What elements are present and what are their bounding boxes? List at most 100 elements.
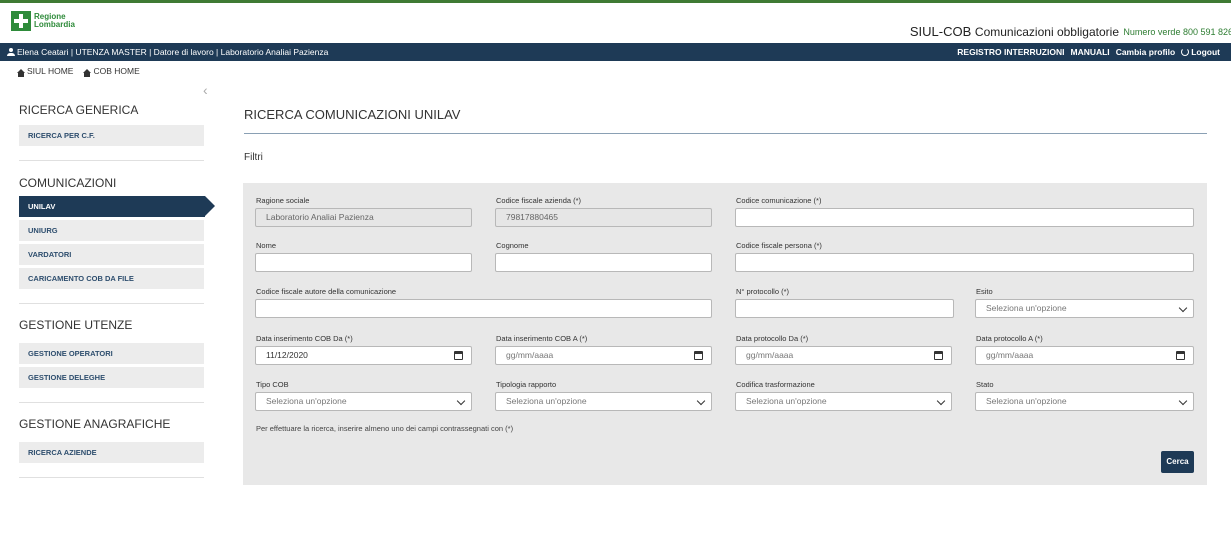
data-cob-da-value: 11/12/2020: [266, 350, 308, 360]
regione-logo-icon: [11, 11, 31, 31]
filters-label: Filtri: [244, 152, 263, 163]
sidebar-section-title: GESTIONE ANAGRAFICHE: [19, 417, 171, 431]
search-hint: Per effettuare la ricerca, inserire alme…: [256, 424, 514, 433]
user-info: Elena Ceatari | UTENZA MASTER | Datore d…: [7, 47, 328, 57]
tipo-cob-select[interactable]: Seleziona un'opzione: [255, 392, 472, 411]
esito-select[interactable]: Seleziona un'opzione: [975, 299, 1194, 318]
data-cob-da-label: Data inserimento COB Da (*): [256, 334, 353, 343]
tipo-cob-value: Seleziona un'opzione: [266, 396, 347, 406]
tipologia-rapporto-value: Seleziona un'opzione: [506, 396, 587, 406]
cf-azienda-field: 79817880465: [495, 208, 712, 227]
cf-azienda-label: Codice fiscale azienda (*): [496, 196, 582, 205]
regione-lombardia-logo[interactable]: Regione Lombardia: [11, 11, 75, 31]
cf-persona-input[interactable]: [735, 253, 1194, 272]
esito-label: Esito: [976, 287, 993, 296]
tipologia-rapporto-label: Tipologia rapporto: [496, 380, 557, 389]
siul-home-label: SIUL HOME: [27, 66, 74, 76]
home-icon: [83, 69, 92, 77]
chevron-down-icon: [936, 396, 946, 406]
esito-value: Seleziona un'opzione: [986, 303, 1067, 313]
user-info-text: Elena Ceatari | UTENZA MASTER | Datore d…: [17, 47, 329, 57]
chevron-down-icon: [456, 396, 466, 406]
codice-comunicazione-label: Codice comunicazione (*): [736, 196, 822, 205]
data-cob-a-input[interactable]: gg/mm/aaaa: [495, 346, 712, 365]
logout-label: Logout: [1191, 47, 1220, 57]
user-bar: Elena Ceatari | UTENZA MASTER | Datore d…: [0, 43, 1231, 61]
data-prot-a-label: Data protocollo A (*): [976, 334, 1043, 343]
calendar-icon[interactable]: [1176, 351, 1185, 360]
data-prot-da-input[interactable]: gg/mm/aaaa: [735, 346, 952, 365]
sidebar-item-uniurg[interactable]: UNIURG: [19, 220, 204, 241]
sidebar-item-vardatori[interactable]: VARDATORI: [19, 244, 204, 265]
nome-label: Nome: [256, 241, 277, 250]
user-icon: [7, 48, 15, 56]
power-icon: [1181, 48, 1190, 56]
app-title-main: SIUL-COB: [909, 24, 972, 39]
sidebar-item-ricerca-aziende[interactable]: RICERCA AZIENDE: [19, 442, 204, 463]
site-header: Regione Lombardia SIUL-COB Comunicazioni…: [0, 3, 1231, 42]
sidebar-divider: [19, 477, 204, 478]
top-links: REGISTRO INTERRUZIONI MANUALI Cambia pro…: [957, 47, 1220, 57]
registro-interruzioni-link[interactable]: REGISTRO INTERRUZIONI: [957, 47, 1064, 57]
app-title: SIUL-COB Comunicazioni obbligatorie: [910, 24, 1119, 39]
cob-home-label: COB HOME: [93, 66, 140, 76]
logout-link[interactable]: Logout: [1181, 47, 1220, 57]
data-prot-a-value: gg/mm/aaaa: [986, 350, 1034, 360]
tipo-cob-label: Tipo COB: [256, 380, 289, 389]
page-title: RICERCA COMUNICAZIONI UNILAV: [244, 107, 461, 122]
ragione-sociale-field: Laboratorio Analiai Pazienza: [255, 208, 472, 227]
codifica-trasformazione-label: Codifica trasformazione: [736, 380, 815, 389]
sidebar-item-caricamento[interactable]: CARICAMENTO COB DA FILE: [19, 268, 204, 289]
sidebar-divider: [19, 303, 204, 304]
sidebar: RICERCA GENERICA RICERCA PER C.F. COMUNI…: [19, 100, 215, 478]
calendar-icon[interactable]: [934, 351, 943, 360]
chevron-down-icon: [1178, 396, 1188, 406]
stato-select[interactable]: Seleziona un'opzione: [975, 392, 1194, 411]
logo-text: Regione Lombardia: [34, 13, 75, 29]
breadcrumb: SIUL HOME COB HOME: [17, 66, 140, 77]
cognome-input[interactable]: [495, 253, 712, 272]
home-icon: [17, 69, 25, 77]
sidebar-section-title: RICERCA GENERICA: [19, 103, 139, 117]
protocollo-label: N° protocollo (*): [736, 287, 790, 296]
sidebar-item-unilav[interactable]: UNILAV: [19, 196, 215, 217]
cf-persona-label: Codice fiscale persona (*): [736, 241, 822, 250]
sidebar-divider: [19, 402, 204, 403]
data-prot-a-input[interactable]: gg/mm/aaaa: [975, 346, 1194, 365]
manuali-link[interactable]: MANUALI: [1070, 47, 1109, 57]
nome-input[interactable]: [255, 253, 472, 272]
filters-panel: Ragione sociale Laboratorio Analiai Pazi…: [243, 183, 1207, 485]
stato-value: Seleziona un'opzione: [986, 396, 1067, 406]
sidebar-section-title: COMUNICAZIONI OBBLIGATORIE: [19, 176, 117, 210]
app-title-sub: Comunicazioni obbligatorie: [974, 25, 1119, 39]
codifica-trasformazione-value: Seleziona un'opzione: [746, 396, 827, 406]
chevron-down-icon: [1178, 303, 1188, 313]
sidebar-divider: [19, 160, 204, 161]
codice-comunicazione-input[interactable]: [735, 208, 1194, 227]
chevron-down-icon: [696, 396, 706, 406]
codifica-trasformazione-select[interactable]: Seleziona un'opzione: [735, 392, 952, 411]
cob-home-link[interactable]: COB HOME: [83, 66, 140, 77]
title-divider: [244, 133, 1207, 134]
cf-autore-input[interactable]: [255, 299, 712, 318]
sidebar-item-ricerca-cf[interactable]: RICERCA PER C.F.: [19, 125, 204, 146]
data-cob-a-label: Data inserimento COB A (*): [496, 334, 588, 343]
data-prot-da-value: gg/mm/aaaa: [746, 350, 794, 360]
tipologia-rapporto-select[interactable]: Seleziona un'opzione: [495, 392, 712, 411]
logo-line2: Lombardia: [34, 20, 75, 29]
stato-label: Stato: [976, 380, 994, 389]
data-cob-da-input[interactable]: 11/12/2020: [255, 346, 472, 365]
ragione-sociale-label: Ragione sociale: [256, 196, 310, 205]
toll-free-number: Numero verde 800 591 826: [1123, 27, 1231, 37]
cambia-profilo-link[interactable]: Cambia profilo: [1116, 47, 1176, 57]
sidebar-item-gestione-operatori[interactable]: GESTIONE OPERATORI: [19, 343, 204, 364]
sidebar-item-gestione-deleghe[interactable]: GESTIONE DELEGHE: [19, 367, 204, 388]
calendar-icon[interactable]: [694, 351, 703, 360]
data-cob-a-value: gg/mm/aaaa: [506, 350, 554, 360]
calendar-icon[interactable]: [454, 351, 463, 360]
cognome-label: Cognome: [496, 241, 529, 250]
protocollo-input[interactable]: [735, 299, 954, 318]
collapse-sidebar-icon[interactable]: ‹: [203, 82, 208, 98]
siul-home-link[interactable]: SIUL HOME: [17, 66, 74, 77]
search-button[interactable]: Cerca: [1161, 451, 1194, 473]
